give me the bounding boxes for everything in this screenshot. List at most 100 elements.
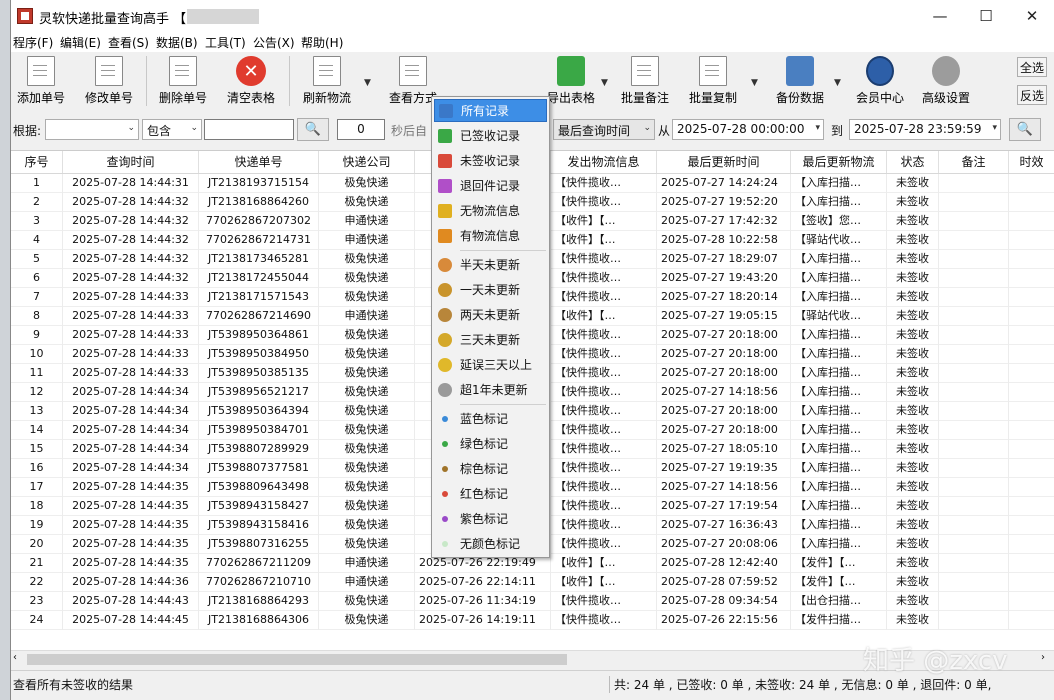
- export-dropdown-icon[interactable]: ▼: [601, 78, 608, 88]
- table-cell: 【入库扫描…: [791, 364, 887, 383]
- filter-search-button[interactable]: 🔍: [1009, 118, 1041, 141]
- column-header[interactable]: 快递公司: [319, 151, 415, 173]
- popup-menu-item[interactable]: 退回件记录: [434, 174, 547, 197]
- refresh-dropdown-icon[interactable]: ▼: [364, 78, 371, 88]
- table-cell: 16: [11, 459, 63, 478]
- popup-menu-item[interactable]: 紫色标记: [434, 507, 547, 530]
- popup-menu-item[interactable]: 一天未更新: [434, 278, 547, 301]
- edit-button[interactable]: 修改单号: [81, 56, 137, 108]
- table-row[interactable]: 23 2025-07-28 14:44:43 JT2138168864293 极兔快递…: [11, 592, 1054, 611]
- filter-popup-menu: 所有记录 已签收记录 未签收记录 退回件记录 无物流信息 有物流信息半天未更新一天未更新两…: [431, 96, 550, 558]
- table-cell: 2025-07-28 14:44:34: [63, 402, 199, 421]
- time-field-select[interactable]: 最后查询时间 ⌄: [553, 119, 655, 140]
- popup-menu-item[interactable]: 无颜色标记: [434, 532, 547, 555]
- seconds-input[interactable]: 0: [337, 119, 385, 140]
- copy-dropdown-icon[interactable]: ▼: [751, 78, 758, 88]
- column-header[interactable]: 状态: [887, 151, 939, 173]
- scroll-left-icon[interactable]: ‹: [13, 652, 17, 663]
- popup-menu-label: 半天未更新: [460, 258, 521, 272]
- refresh-button[interactable]: 刷新物流: [299, 56, 355, 108]
- popup-menu-item[interactable]: 棕色标记: [434, 457, 547, 480]
- invert-selection-button[interactable]: 反选: [1017, 85, 1047, 105]
- table-cell: JT5398943158427: [199, 497, 319, 516]
- column-header[interactable]: 查询时间: [63, 151, 199, 173]
- popup-menu-item[interactable]: 无物流信息: [434, 199, 547, 222]
- column-header[interactable]: 序号: [11, 151, 63, 173]
- menu-program[interactable]: 程序(F): [13, 34, 53, 51]
- column-header[interactable]: 发出物流信息: [551, 151, 657, 173]
- table-cell: [939, 440, 1009, 459]
- batch-copy-label: 批量复制: [688, 91, 737, 105]
- app-icon: [17, 8, 33, 24]
- column-header[interactable]: 最后更新物流: [791, 151, 887, 173]
- popup-menu-item[interactable]: 红色标记: [434, 482, 547, 505]
- table-cell: 7: [11, 288, 63, 307]
- basis-select[interactable]: ⌄: [45, 119, 139, 140]
- from-datetime-picker[interactable]: 2025-07-28 00:00:00 ▾: [672, 119, 824, 140]
- table-cell: 【入库扫描…: [791, 250, 887, 269]
- table-cell: 2025-07-28 14:44:32: [63, 250, 199, 269]
- table-cell: 未签收: [887, 269, 939, 288]
- add-button[interactable]: 添加单号: [13, 56, 69, 108]
- popup-menu-item[interactable]: 半天未更新: [434, 253, 547, 276]
- member-button[interactable]: 会员中心: [849, 56, 911, 108]
- popup-menu-item[interactable]: 已签收记录: [434, 124, 547, 147]
- operator-select[interactable]: 包含 ⌄: [142, 119, 202, 140]
- popup-menu-item[interactable]: 所有记录: [434, 99, 547, 122]
- table-cell: 【收件】【…: [551, 307, 657, 326]
- note-icon: [631, 56, 659, 86]
- table-cell: 11: [11, 364, 63, 383]
- export-button[interactable]: 导出表格: [541, 56, 601, 108]
- backup-button[interactable]: 备份数据: [767, 56, 833, 108]
- flag-blue-icon: [439, 103, 453, 118]
- table-cell: [1009, 231, 1054, 250]
- table-cell: JT5398950385135: [199, 364, 319, 383]
- select-all-button[interactable]: 全选: [1017, 57, 1047, 77]
- popup-menu-item[interactable]: 绿色标记: [434, 432, 547, 455]
- popup-menu-item[interactable]: 三天未更新: [434, 328, 547, 351]
- flag-orange-icon: [438, 228, 452, 243]
- column-header[interactable]: 快递单号: [199, 151, 319, 173]
- popup-menu-item[interactable]: 延误三天以上: [434, 353, 547, 376]
- table-cell: [939, 269, 1009, 288]
- popup-menu-item[interactable]: 两天未更新: [434, 303, 547, 326]
- table-cell: 8: [11, 307, 63, 326]
- menu-data[interactable]: 数据(B): [156, 34, 198, 51]
- batch-note-button[interactable]: 批量备注: [615, 56, 675, 108]
- to-datetime-picker[interactable]: 2025-07-28 23:59:59 ▾: [849, 119, 1001, 140]
- keyword-input[interactable]: [204, 119, 294, 140]
- scroll-right-icon[interactable]: ›: [1041, 652, 1045, 663]
- popup-menu-item[interactable]: 蓝色标记: [434, 407, 547, 430]
- menu-view[interactable]: 查看(S): [108, 34, 149, 51]
- pencil-document-icon: [95, 56, 123, 86]
- title-redacted: [187, 9, 259, 24]
- menu-notice[interactable]: 公告(X): [253, 34, 295, 51]
- menu-tools[interactable]: 工具(T): [205, 34, 246, 51]
- minimize-button[interactable]: —: [917, 0, 963, 32]
- menu-edit[interactable]: 编辑(E): [60, 34, 101, 51]
- popup-menu-item[interactable]: 有物流信息: [434, 224, 547, 247]
- table-row[interactable]: 22 2025-07-28 14:44:36 770262867210710 申通快递…: [11, 573, 1054, 592]
- table-cell: 【收件】【…: [551, 554, 657, 573]
- table-cell: 【快件揽收…: [551, 497, 657, 516]
- table-cell: JT2138171571543: [199, 288, 319, 307]
- backup-dropdown-icon[interactable]: ▼: [834, 78, 841, 88]
- export-arrow-icon: [557, 56, 585, 86]
- search-button[interactable]: 🔍: [297, 118, 329, 141]
- popup-menu-item[interactable]: 超1年未更新: [434, 378, 547, 401]
- delete-document-icon: [169, 56, 197, 86]
- column-header[interactable]: 时效: [1009, 151, 1054, 173]
- scrollbar-thumb[interactable]: [27, 654, 567, 665]
- settings-button[interactable]: 高级设置: [915, 56, 977, 108]
- maximize-button[interactable]: ☐: [963, 0, 1009, 32]
- column-header[interactable]: 最后更新时间: [657, 151, 791, 173]
- column-header[interactable]: 备注: [939, 151, 1009, 173]
- delete-button[interactable]: 删除单号: [155, 56, 211, 108]
- table-row[interactable]: 24 2025-07-28 14:44:45 JT2138168864306 极兔快递…: [11, 611, 1054, 630]
- batch-copy-button[interactable]: 批量复制: [683, 56, 743, 108]
- clear-button[interactable]: ✕ 清空表格: [223, 56, 279, 108]
- menu-help[interactable]: 帮助(H): [301, 34, 343, 51]
- toolbar-separator: [146, 56, 147, 106]
- popup-menu-item[interactable]: 未签收记录: [434, 149, 547, 172]
- close-button[interactable]: ✕: [1009, 0, 1054, 32]
